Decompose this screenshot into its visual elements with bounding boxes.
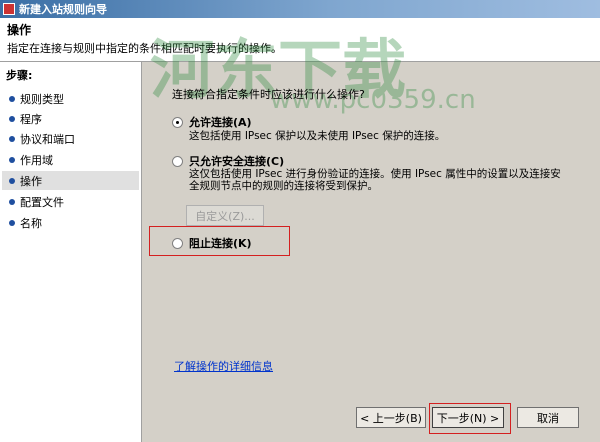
cancel-button[interactable]: 取消	[517, 407, 579, 428]
sidebar-item-scope[interactable]: 作用域	[2, 150, 139, 169]
sidebar-item-label: 规则类型	[20, 92, 64, 106]
allow-connection-radio[interactable]	[172, 116, 183, 128]
allow-connection-label[interactable]: 允许连接(A)	[189, 114, 252, 130]
step-bullet-icon	[9, 156, 15, 163]
step-bullet-icon	[9, 115, 15, 122]
sidebar-item-label: 协议和端口	[20, 132, 75, 146]
steps-label: 步骤:	[6, 69, 33, 82]
firewall-icon	[3, 3, 15, 15]
sidebar-item-label: 作用域	[20, 153, 53, 167]
action-question: 连接符合指定条件时应该进行什么操作?	[172, 88, 365, 101]
title-bar: 新建入站规则向导	[0, 0, 600, 18]
block-connection-radio[interactable]	[172, 237, 183, 249]
page-description: 指定在连接与规则中指定的条件相匹配时要执行的操作。	[7, 42, 282, 55]
step-bullet-icon	[9, 219, 15, 226]
sidebar-item-action[interactable]: 操作	[2, 171, 139, 190]
allow-connection-description: 这包括使用 IPsec 保护以及未使用 IPsec 保护的连接。	[189, 130, 446, 142]
customize-button[interactable]: 自定义(Z)...	[186, 205, 264, 226]
sidebar-item-program[interactable]: 程序	[2, 109, 139, 128]
window-title: 新建入站规则向导	[19, 3, 107, 16]
sidebar-item-rule-type[interactable]: 规则类型	[2, 89, 139, 108]
learn-more-link[interactable]: 了解操作的详细信息	[174, 358, 273, 374]
allow-connection-option[interactable]: 允许连接(A)	[172, 114, 252, 130]
allow-secure-description-line2: 全规则节点中的规则的连接将受到保护。	[189, 180, 378, 192]
sidebar-item-label: 操作	[20, 174, 42, 188]
step-bullet-icon	[9, 95, 15, 102]
sidebar-item-label: 配置文件	[20, 195, 64, 209]
allow-secure-label[interactable]: 只允许安全连接(C)	[189, 153, 284, 169]
step-bullet-icon	[9, 135, 15, 142]
block-connection-label[interactable]: 阻止连接(K)	[189, 235, 252, 251]
back-button[interactable]: < 上一步(B)	[356, 407, 426, 428]
sidebar-item-protocol-ports[interactable]: 协议和端口	[2, 129, 139, 148]
step-bullet-icon	[9, 198, 15, 205]
steps-sidebar: 步骤: 规则类型 程序 协议和端口 作用域 操作 配置文件 名称	[0, 62, 142, 442]
step-bullet-icon	[9, 177, 15, 184]
sidebar-item-profile[interactable]: 配置文件	[2, 192, 139, 211]
sidebar-item-name[interactable]: 名称	[2, 213, 139, 232]
page-title: 操作	[7, 23, 32, 37]
block-connection-option[interactable]: 阻止连接(K)	[172, 235, 252, 251]
allow-secure-radio[interactable]	[172, 155, 183, 167]
header: 操作 指定在连接与规则中指定的条件相匹配时要执行的操作。	[0, 18, 600, 62]
main-content: 连接符合指定条件时应该进行什么操作? 允许连接(A) 这包括使用 IPsec 保…	[142, 62, 600, 442]
sidebar-item-label: 程序	[20, 112, 42, 126]
next-button[interactable]: 下一步(N) >	[432, 407, 504, 428]
sidebar-item-label: 名称	[20, 216, 42, 230]
allow-secure-option[interactable]: 只允许安全连接(C)	[172, 153, 284, 169]
